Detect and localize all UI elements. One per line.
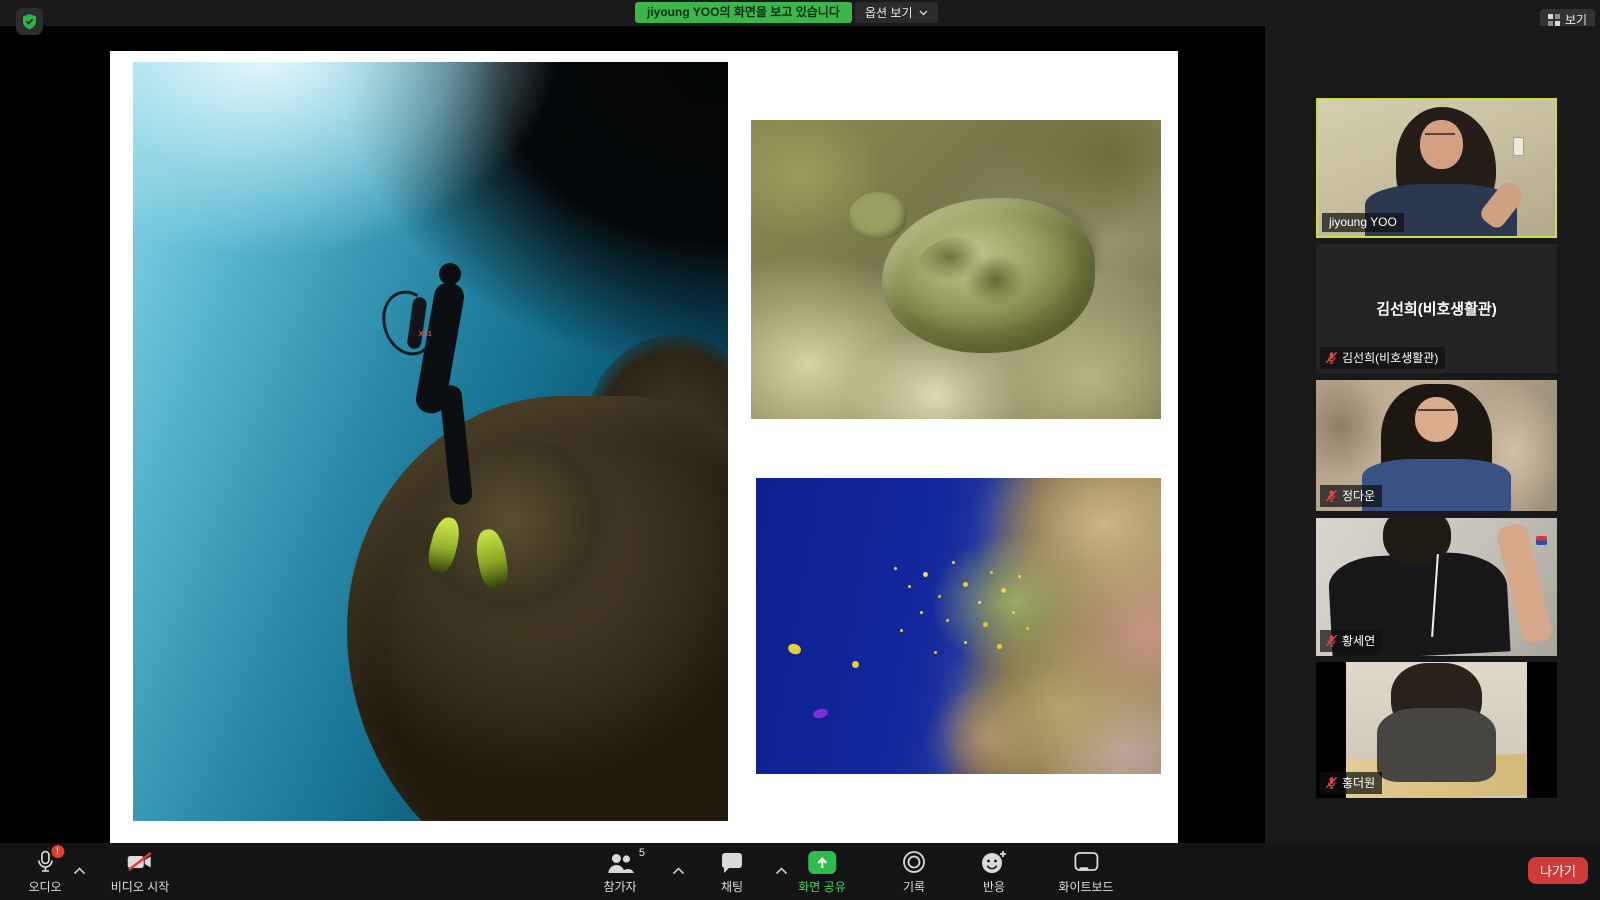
light-switch-shape	[1513, 137, 1524, 156]
participant-tile-kim-sunhee[interactable]: 김선희(비호생활관) 김선희(비호생활관)	[1316, 244, 1557, 373]
view-options-label: 옵션 보기	[865, 4, 913, 21]
participant-name-label: 김선희(비호생활관)	[1320, 347, 1445, 369]
gear-tag-text: XS1	[419, 331, 432, 338]
person-silhouette	[1415, 397, 1458, 442]
sea-turtle-photo	[751, 120, 1161, 419]
turtle-shape	[849, 192, 906, 240]
video-label: 비디오 시작	[111, 878, 170, 895]
mic-muted-icon	[1325, 776, 1338, 789]
reactions-button[interactable]: 반응	[980, 850, 1008, 895]
mic-alert-badge: !	[51, 845, 64, 858]
fish-school	[894, 567, 897, 570]
chevron-up-icon	[73, 867, 86, 875]
person-silhouette	[1418, 409, 1454, 417]
audio-button[interactable]: ! 오디오	[28, 850, 61, 895]
security-shield-button[interactable]	[16, 8, 43, 35]
participant-name-label: jiyoung YOO	[1322, 213, 1404, 232]
chat-icon	[720, 852, 744, 874]
participant-display-name: 김선희(비호생활관)	[1376, 298, 1496, 319]
scuba-diver-photo: XS1	[133, 62, 728, 821]
person-silhouette	[1362, 459, 1511, 511]
audio-label: 오디오	[28, 878, 61, 895]
participant-tile-hong-deowon[interactable]: 홍더원	[1316, 662, 1557, 798]
person-silhouette	[1425, 133, 1456, 140]
participants-icon	[606, 852, 634, 874]
participant-tile-jung-dawoon[interactable]: 정다운	[1316, 380, 1557, 511]
purple-fish	[812, 707, 829, 720]
chevron-down-icon	[919, 10, 928, 16]
yellow-fish	[788, 643, 803, 655]
mic-muted-icon	[1325, 351, 1338, 364]
participants-label: 참가자	[603, 878, 636, 895]
reactions-icon	[980, 850, 1008, 874]
participants-options-caret[interactable]	[672, 862, 685, 880]
share-screen-icon	[808, 851, 836, 874]
mic-muted-icon	[1325, 489, 1338, 502]
video-button[interactable]: 비디오 시작	[111, 850, 170, 895]
person-silhouette	[1383, 518, 1450, 565]
participants-sidebar: jiyoung YOO 김선희(비호생활관) 김선희(비호생활관)	[1265, 26, 1600, 843]
participant-tile-hwang-seyeon[interactable]: 황세연	[1316, 518, 1557, 656]
chevron-up-icon	[672, 867, 685, 875]
person-silhouette	[1377, 708, 1496, 781]
security-shield-icon	[21, 13, 38, 30]
flag-patch-shape	[1536, 536, 1547, 545]
whiteboard-icon	[1073, 851, 1099, 874]
coral-reef-photo	[756, 478, 1161, 774]
record-button[interactable]: 기록	[902, 850, 926, 895]
meeting-toolbar: ! 오디오 비디오 시작	[0, 843, 1600, 900]
audio-options-caret[interactable]	[73, 862, 86, 880]
share-screen-label: 화면 공유	[798, 878, 846, 895]
participant-name-label: 홍더원	[1320, 772, 1382, 794]
participant-name-label: 황세연	[1320, 630, 1382, 652]
shared-screen-slide: XS1	[110, 51, 1178, 843]
share-screen-button[interactable]: 화면 공유	[798, 850, 846, 895]
record-label: 기록	[903, 878, 925, 895]
participant-name-label: 정다운	[1320, 485, 1382, 507]
grid-view-icon	[1548, 14, 1560, 26]
person-silhouette	[1420, 120, 1463, 169]
participant-tile-jiyoung-yoo[interactable]: jiyoung YOO	[1316, 98, 1557, 238]
participants-button[interactable]: 5 참가자	[603, 850, 636, 895]
chevron-up-icon	[775, 867, 788, 875]
diver-silhouette	[439, 263, 461, 285]
chat-options-caret[interactable]	[775, 862, 788, 880]
whiteboard-button[interactable]: 화이트보드	[1058, 850, 1113, 895]
chat-label: 채팅	[721, 878, 743, 895]
whiteboard-label: 화이트보드	[1058, 878, 1113, 895]
camera-off-icon	[125, 850, 155, 874]
turtle-shape	[915, 234, 1030, 312]
mic-muted-icon	[1325, 634, 1338, 647]
reactions-label: 반응	[983, 878, 1005, 895]
zoom-meeting-window: jiyoung YOO의 화면을 보고 있습니다 옵션 보기 보기 XS1	[0, 0, 1600, 900]
participants-count: 5	[639, 847, 645, 859]
chat-button[interactable]: 채팅	[720, 850, 744, 895]
leave-meeting-button[interactable]: 나가기	[1528, 857, 1588, 884]
record-icon	[902, 850, 926, 874]
view-options-dropdown[interactable]: 옵션 보기	[855, 2, 938, 23]
screen-viewing-banner: jiyoung YOO의 화면을 보고 있습니다	[635, 2, 852, 23]
